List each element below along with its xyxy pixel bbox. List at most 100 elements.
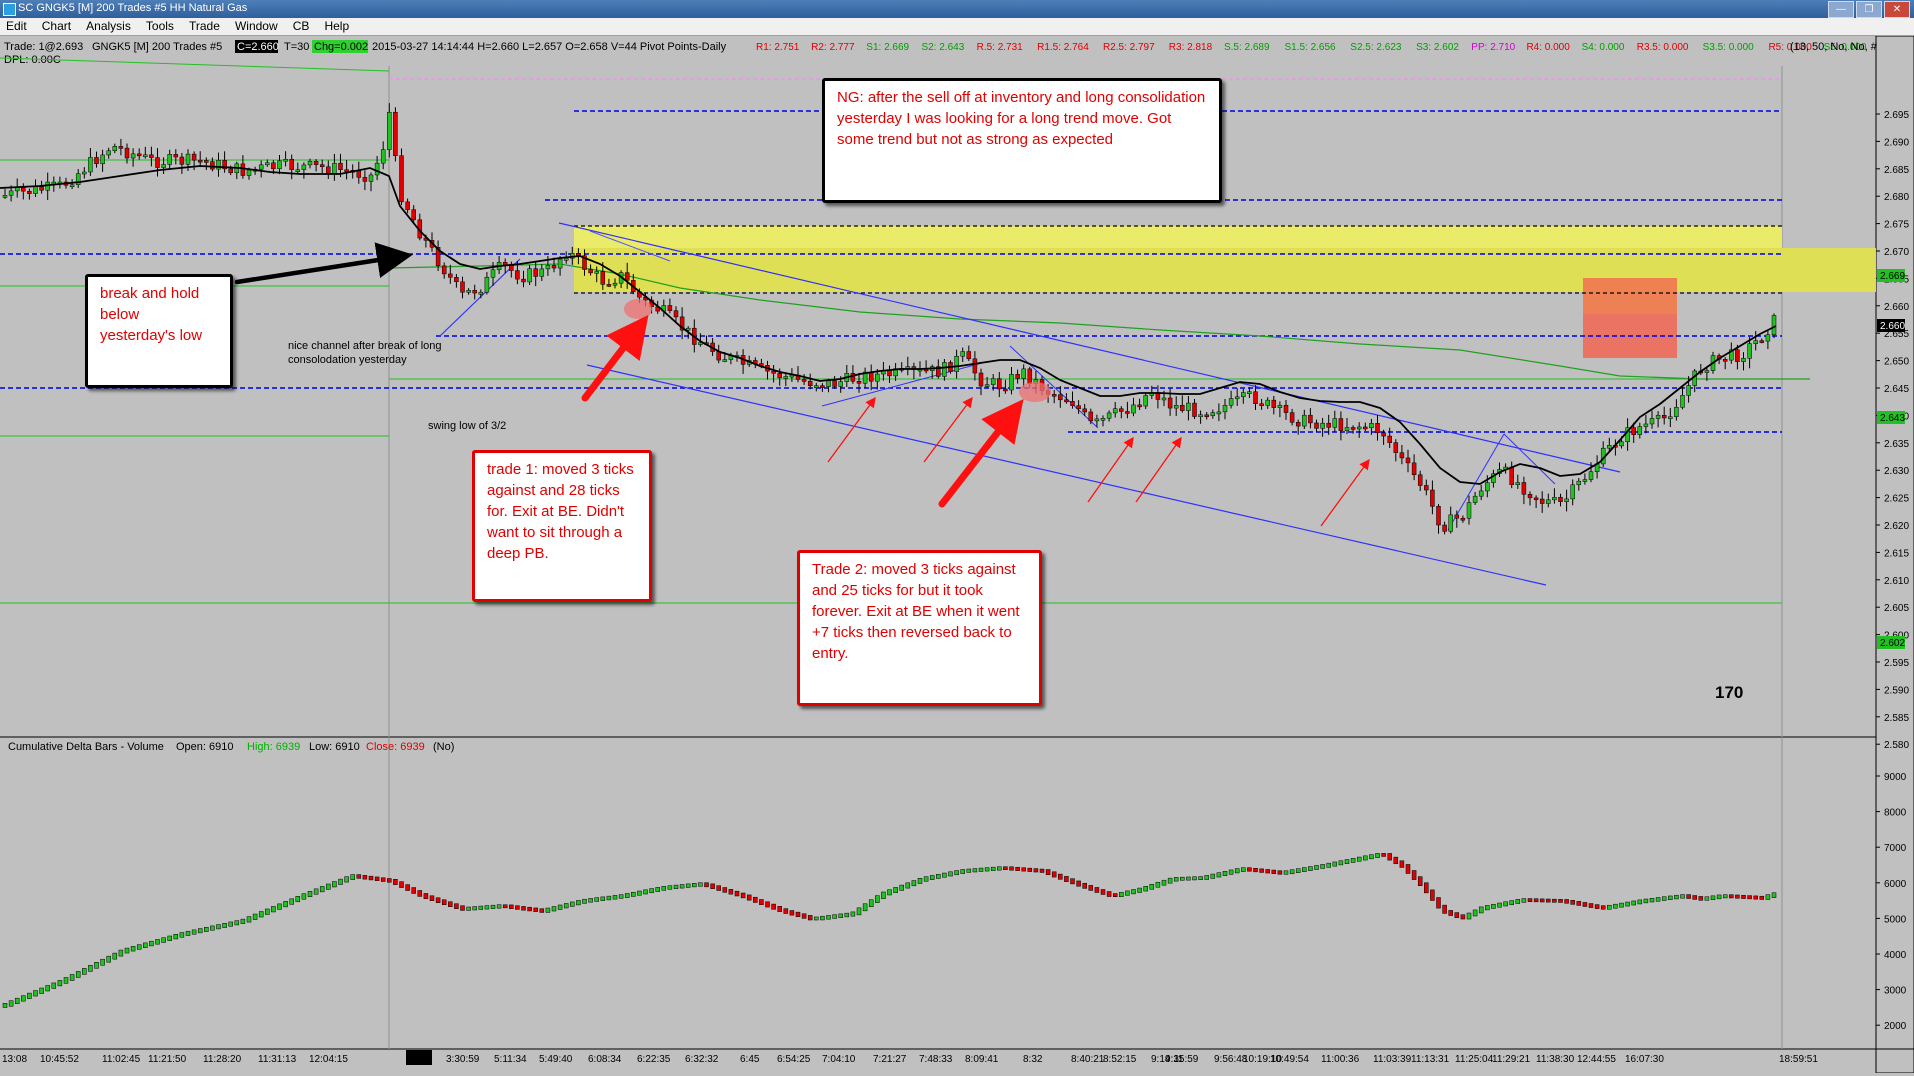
menu-cb[interactable]: CB <box>287 18 316 35</box>
candle-body <box>1460 517 1466 521</box>
delta-bar <box>1509 900 1514 906</box>
candle-body <box>1155 392 1161 400</box>
menu-window[interactable]: Window <box>229 18 284 35</box>
menu-trade[interactable]: Trade <box>183 18 226 35</box>
candle-body <box>673 310 679 318</box>
delta-tick-label: 5000 <box>1884 914 1907 925</box>
delta-bar <box>283 901 288 908</box>
delta-bar <box>1100 889 1106 895</box>
candle-body <box>1454 514 1460 519</box>
candle-body <box>771 370 776 374</box>
delta-bar <box>1533 898 1539 903</box>
candle-body <box>1393 442 1399 453</box>
delta-bar <box>844 912 850 918</box>
candle-body <box>466 290 471 293</box>
candle-body <box>1021 368 1026 379</box>
candle-body <box>997 378 1002 390</box>
time-label: 6:08:34 <box>588 1054 622 1065</box>
candle-body <box>1119 408 1124 412</box>
candle-body <box>368 174 374 182</box>
price-tick-label: 2.585 <box>1884 713 1909 724</box>
delta-bar <box>344 876 349 883</box>
delta-bar <box>1607 904 1612 910</box>
candle-body <box>1570 484 1575 500</box>
delta-bar <box>100 958 105 966</box>
candle-body <box>1765 334 1771 342</box>
delta-bar <box>692 883 697 888</box>
delta-bar <box>161 937 166 943</box>
delta-bar <box>673 884 679 889</box>
candle-body <box>1436 506 1441 526</box>
delta-bar <box>1283 870 1289 875</box>
candle-body <box>380 149 386 164</box>
candle-body <box>1112 408 1118 414</box>
time-label: 11:29:21 <box>1492 1054 1531 1065</box>
candle-body <box>441 265 447 275</box>
delta-bar <box>319 886 325 893</box>
candle-body <box>1747 343 1752 359</box>
time-label: 8:32 <box>1023 1054 1043 1065</box>
candle-body <box>1515 482 1521 485</box>
candle-body <box>204 160 209 163</box>
minimize-button[interactable]: — <box>1828 1 1854 18</box>
candle-body <box>1424 485 1429 491</box>
time-label: 5:49:40 <box>539 1054 573 1065</box>
delta-bar <box>1186 876 1191 881</box>
delta-bar <box>1143 886 1148 892</box>
delta-bar <box>1326 862 1331 868</box>
delta-bar <box>929 875 935 880</box>
candle-body <box>826 380 831 387</box>
delta-bar <box>655 887 660 892</box>
time-label: 12:44:55 <box>1577 1054 1616 1065</box>
candle-body <box>197 159 203 163</box>
delta-bar <box>33 990 38 997</box>
delta-bar <box>1564 899 1569 904</box>
delta-bar <box>728 889 734 895</box>
candle-body <box>1082 408 1087 413</box>
delta-bar <box>1436 897 1441 909</box>
chart-area[interactable]: Trade: 1@2.693 GNGK5 [M] 200 Trades #5 C… <box>0 35 1914 1074</box>
swing-note: swing low of 3/2 <box>428 420 507 432</box>
menu-analysis[interactable]: Analysis <box>80 18 137 35</box>
delta-bar <box>1180 876 1185 881</box>
menu-chart[interactable]: Chart <box>36 18 77 35</box>
delta-bar <box>960 869 965 874</box>
time-label: 18:59:51 <box>1779 1054 1818 1065</box>
delta-bar <box>1668 895 1673 900</box>
candle-body <box>39 186 44 191</box>
candle-body <box>1143 395 1148 407</box>
delta-bar <box>1576 901 1582 906</box>
delta-bar <box>588 898 593 903</box>
close-button[interactable]: ✕ <box>1884 1 1910 18</box>
delta-bar <box>1472 909 1478 917</box>
delta-tick-label: 2000 <box>1884 1021 1907 1032</box>
delta-bar <box>173 934 179 940</box>
delta-bar <box>887 889 892 896</box>
candle-body <box>191 153 197 161</box>
menu-help[interactable]: Help <box>318 18 355 35</box>
candle-body <box>515 270 520 280</box>
candle-body <box>362 177 368 182</box>
delta-bar <box>631 891 636 897</box>
delta-bar <box>972 868 978 873</box>
candle-body <box>1332 418 1338 428</box>
delta-bar <box>1594 904 1600 909</box>
candle-body <box>1722 359 1728 362</box>
menu-edit[interactable]: Edit <box>0 18 33 35</box>
delta-bar <box>155 939 160 945</box>
delta-bar <box>911 880 917 887</box>
maximize-button[interactable]: ❐ <box>1856 1 1882 18</box>
delta-bar <box>1704 896 1710 901</box>
delta-bar <box>777 906 782 912</box>
candle-body <box>545 265 551 270</box>
price-tick-label: 2.595 <box>1884 658 1909 669</box>
delta-bar <box>1692 895 1697 900</box>
candle-body <box>1259 403 1264 406</box>
candle-body <box>972 358 978 374</box>
menu-tools[interactable]: Tools <box>140 18 180 35</box>
pivot-value: R1.5: 2.764 <box>1037 42 1089 53</box>
delta-bar <box>2 1003 8 1008</box>
symbol-label: GNGK5 [M] 200 Trades #5 <box>92 41 222 53</box>
delta-bar <box>1491 903 1496 909</box>
candle-body <box>1527 494 1533 499</box>
